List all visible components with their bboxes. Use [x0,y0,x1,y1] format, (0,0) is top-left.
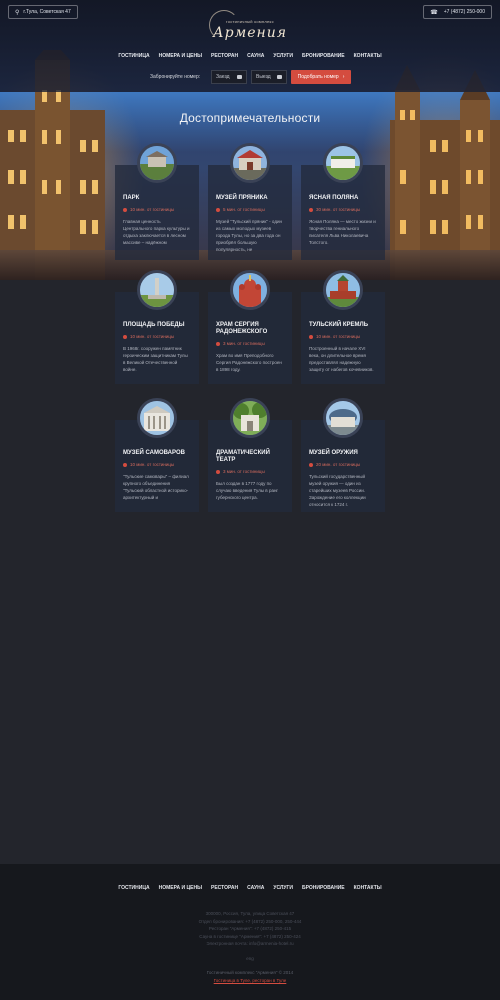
attraction-card[interactable]: Музей оружия 20 мин. от гостиницы Тульск… [301,398,385,512]
copyright-text: Гостиничный комплекс "Армения" © 2014 [206,970,294,975]
checkout-field[interactable]: Выезд [251,70,287,84]
location-dot-icon [309,334,313,339]
footer-contacts: 300000, Россия, Тула, улица Советская 47… [0,910,500,962]
location-dot-icon [216,207,220,212]
location-dot-icon [309,207,313,212]
card-text: Построенный в начале XVI века, он длител… [309,346,374,372]
location-pin-icon: ⚲ [15,9,20,16]
find-room-button[interactable]: Подобрать номер › [291,70,351,84]
footer-nav-sauna[interactable]: Сауна [247,885,264,891]
nav-item-contacts[interactable]: Контакты [354,53,382,59]
booking-bar: Забронируйте номер: Заезд Выезд Подобрат… [150,70,351,84]
location-dot-icon [216,341,220,346]
footer-restaurant-phone: Ресторан "Армения": +7 (4872) 250-415 [208,926,292,931]
footer-nav: Гостиница Номера и цены Ресторан Сауна У… [0,885,500,891]
card-title: Тульский Кремль [309,322,369,328]
card-text: Ясная Поляна — место жизни и творчества … [309,219,376,245]
footer-nav-rooms[interactable]: Номера и цены [159,885,202,891]
nav-item-rooms[interactable]: Номера и цены [159,53,202,59]
card-title: Музей пряника [216,195,268,201]
main-nav: Гостиница Номера и цены Ресторан Сауна У… [0,53,500,59]
card-distance: 20 мин. от гостиницы [309,462,377,467]
location-dot-icon [123,462,127,467]
attraction-photo [137,270,177,310]
attraction-card[interactable]: Музей самоваров 10 мин. от гостиницы "Ту… [115,398,199,512]
attraction-photo [323,143,363,183]
attraction-card[interactable]: Площадь победы 10 мин. от гостиницы В 19… [115,270,199,384]
card-title: Музей оружия [309,450,358,456]
attraction-card[interactable]: Ясная поляна 30 мин. от гостиницы Ясная … [301,143,385,260]
footer-nav-contacts[interactable]: Контакты [354,885,382,891]
attraction-photo [230,270,270,310]
nav-item-sauna[interactable]: Сауна [247,53,264,59]
location-dot-icon [123,334,127,339]
card-distance: 10 мин. от гостиницы [309,334,377,339]
card-text: Был создан в 1777 году по случаю введени… [216,481,279,500]
card-title: Драматический театр [216,450,270,463]
nav-item-restaurant[interactable]: Ресторан [211,53,238,59]
address-text: г.Тула, Советская 47 [23,9,71,15]
attraction-photo [323,398,363,438]
footer-seo-links[interactable]: Гостиница в Туле, ресторан в Туле [0,977,500,985]
attraction-card[interactable]: Тульский Кремль 10 мин. от гостиницы Пос… [301,270,385,384]
footer-email[interactable]: Электронная почта: info@armenia-hotel.ru [0,940,500,948]
calendar-icon [277,75,282,79]
booking-label: Забронируйте номер: [150,74,201,80]
footer-sauna-phone: Сауна в гостинице "Армения": +7 (4872) 2… [199,933,301,939]
phone-box[interactable]: ☎ +7 (4872) 250-000 [423,5,492,19]
attraction-photo [137,398,177,438]
card-title: Музей самоваров [123,450,185,456]
card-distance: 5 мин. от гостиницы [216,207,284,212]
location-dot-icon [216,469,220,474]
language-switch[interactable]: eng [0,955,500,963]
phone-icon: ☎ [430,9,438,16]
nav-item-hotel[interactable]: Гостиница [118,53,149,59]
attraction-photo [323,270,363,310]
card-text: "Тульские самовары" – филиал крупного об… [123,474,189,500]
attraction-card[interactable]: Драматический театр 3 мин. от гостиницы … [208,398,292,512]
card-title: Храм Сергия Радонежского [216,322,268,335]
attraction-photo [230,143,270,183]
logo[interactable]: гостиничный комплекс Армения [205,6,295,46]
attraction-card[interactable]: Парк 10 мин. от гостиницы Главная ценнос… [115,143,199,260]
checkin-field[interactable]: Заезд [211,70,247,84]
card-text: В 1968г. сооружен памятник героическим з… [123,346,188,372]
card-distance: 3 мин. от гостиницы [216,469,284,474]
card-distance: 3 мин. от гостиницы [216,341,284,346]
footer-nav-hotel[interactable]: Гостиница [118,885,149,891]
card-distance: 30 мин. от гостиницы [309,207,377,212]
address-box[interactable]: ⚲ г.Тула, Советская 47 [8,5,78,19]
attraction-photo [230,398,270,438]
chevron-right-icon: › [342,74,345,80]
card-distance: 10 мин. от гостиницы [123,207,191,212]
section-title: Достопримечательности [179,111,321,125]
card-title: Ясная поляна [309,195,359,201]
logo-swirl-icon [209,10,239,40]
card-title: Парк [123,195,140,201]
location-dot-icon [309,462,313,467]
footer-booking-phone: Отдел бронирования: +7 (4872) 250-000, 2… [198,918,302,924]
footer-nav-booking[interactable]: Бронирование [302,885,345,891]
location-dot-icon [123,207,127,212]
attraction-card[interactable]: Храм Сергия Радонежского 3 мин. от гости… [208,270,292,384]
nav-item-services[interactable]: Услуги [273,53,293,59]
footer-address: 300000, Россия, Тула, улица Советская 47 [205,911,295,916]
card-text: Храм во имя Преподобного Сергия Радонежс… [216,353,282,372]
card-distance: 10 мин. от гостиницы [123,462,191,467]
calendar-icon [237,75,242,79]
card-title: Площадь победы [123,322,185,328]
footer-nav-services[interactable]: Услуги [273,885,293,891]
footer-copyright-block: Гостиничный комплекс "Армения" © 2014 Го… [0,969,500,984]
phone-text: +7 (4872) 250-000 [443,9,485,15]
nav-item-booking[interactable]: Бронирование [302,53,345,59]
attraction-photo [137,143,177,183]
footer: Гостиница Номера и цены Ресторан Сауна У… [0,864,500,1000]
card-text: Главная ценность Центрального парка куль… [123,219,190,245]
card-text: Музей "Тульский пряник" - один из самых … [216,219,282,252]
attraction-card[interactable]: Музей пряника 5 мин. от гостиницы Музей … [208,143,292,260]
footer-nav-restaurant[interactable]: Ресторан [211,885,238,891]
card-text: Тульский государственный музей оружия — … [309,474,366,507]
card-distance: 10 мин. от гостиницы [123,334,191,339]
